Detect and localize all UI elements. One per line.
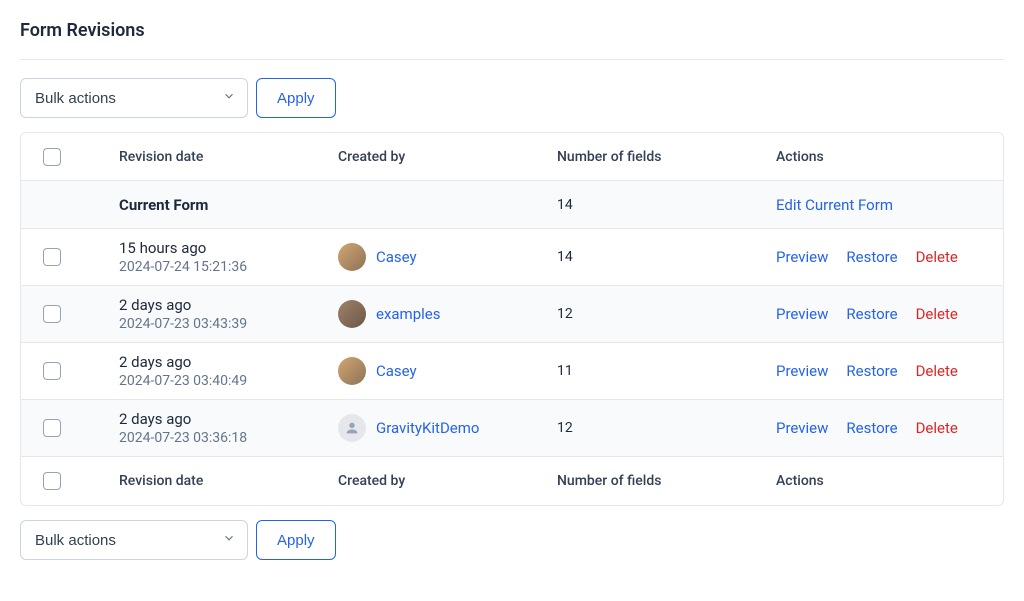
- avatar: [338, 357, 366, 385]
- table-row-current: Current Form 14 Edit Current Form: [21, 181, 1003, 229]
- bulk-actions-select-bottom[interactable]: Bulk actions: [20, 520, 248, 560]
- apply-button-bottom[interactable]: Apply: [256, 520, 336, 560]
- col-created-by: Created by: [338, 149, 557, 165]
- preview-link[interactable]: Preview: [776, 362, 828, 380]
- current-form-fields-count: 14: [557, 197, 776, 213]
- row-checkbox[interactable]: [43, 305, 61, 323]
- avatar-placeholder-icon: [338, 414, 366, 442]
- col-revision-date: Revision date: [119, 149, 338, 165]
- preview-link[interactable]: Preview: [776, 419, 828, 437]
- fields-count: 12: [557, 306, 776, 322]
- table-row: 2 days ago 2024-07-23 03:40:49 Casey 11 …: [21, 343, 1003, 400]
- revision-timestamp: 2024-07-23 03:43:39: [119, 316, 328, 332]
- avatar: [338, 300, 366, 328]
- delete-link[interactable]: Delete: [916, 305, 958, 323]
- creator-link[interactable]: examples: [376, 305, 440, 323]
- table-header-row: Revision date Created by Number of field…: [21, 133, 1003, 181]
- table-row: 2 days ago 2024-07-23 03:43:39 examples …: [21, 286, 1003, 343]
- preview-link[interactable]: Preview: [776, 305, 828, 323]
- col-actions-foot: Actions: [776, 473, 995, 489]
- revision-timestamp: 2024-07-23 03:36:18: [119, 430, 328, 446]
- table-footer-row: Revision date Created by Number of field…: [21, 457, 1003, 505]
- col-created-by-foot: Created by: [338, 473, 557, 489]
- col-num-fields-foot: Number of fields: [557, 473, 776, 489]
- delete-link[interactable]: Delete: [916, 419, 958, 437]
- row-checkbox[interactable]: [43, 362, 61, 380]
- restore-link[interactable]: Restore: [846, 419, 897, 437]
- fields-count: 11: [557, 363, 776, 379]
- bulk-actions-select-top[interactable]: Bulk actions: [20, 78, 248, 118]
- row-checkbox[interactable]: [43, 419, 61, 437]
- revision-relative-time: 2 days ago: [119, 353, 328, 371]
- delete-link[interactable]: Delete: [916, 248, 958, 266]
- creator-link[interactable]: GravityKitDemo: [376, 419, 479, 437]
- revision-relative-time: 2 days ago: [119, 296, 328, 314]
- fields-count: 14: [557, 249, 776, 265]
- restore-link[interactable]: Restore: [846, 362, 897, 380]
- preview-link[interactable]: Preview: [776, 248, 828, 266]
- table-row: 2 days ago 2024-07-23 03:36:18 GravityKi…: [21, 400, 1003, 457]
- restore-link[interactable]: Restore: [846, 248, 897, 266]
- select-all-checkbox-top[interactable]: [43, 148, 61, 166]
- delete-link[interactable]: Delete: [916, 362, 958, 380]
- creator-link[interactable]: Casey: [376, 248, 417, 266]
- table-row: 15 hours ago 2024-07-24 15:21:36 Casey 1…: [21, 229, 1003, 286]
- col-revision-date-foot: Revision date: [119, 473, 338, 489]
- bulk-actions-top: Bulk actions Apply: [20, 78, 1004, 118]
- revision-timestamp: 2024-07-23 03:40:49: [119, 373, 328, 389]
- fields-count: 12: [557, 420, 776, 436]
- revision-relative-time: 15 hours ago: [119, 239, 328, 257]
- revisions-table: Revision date Created by Number of field…: [20, 132, 1004, 506]
- revision-timestamp: 2024-07-24 15:21:36: [119, 259, 328, 275]
- col-actions: Actions: [776, 149, 995, 165]
- select-all-checkbox-bottom[interactable]: [43, 472, 61, 490]
- bulk-actions-bottom: Bulk actions Apply: [20, 520, 1004, 560]
- row-checkbox[interactable]: [43, 248, 61, 266]
- restore-link[interactable]: Restore: [846, 305, 897, 323]
- col-num-fields: Number of fields: [557, 149, 776, 165]
- apply-button-top[interactable]: Apply: [256, 78, 336, 118]
- current-form-label: Current Form: [119, 196, 208, 214]
- creator-link[interactable]: Casey: [376, 362, 417, 380]
- edit-current-form-link[interactable]: Edit Current Form: [776, 196, 893, 214]
- page-title: Form Revisions: [20, 20, 1004, 60]
- revision-relative-time: 2 days ago: [119, 410, 328, 428]
- avatar: [338, 243, 366, 271]
